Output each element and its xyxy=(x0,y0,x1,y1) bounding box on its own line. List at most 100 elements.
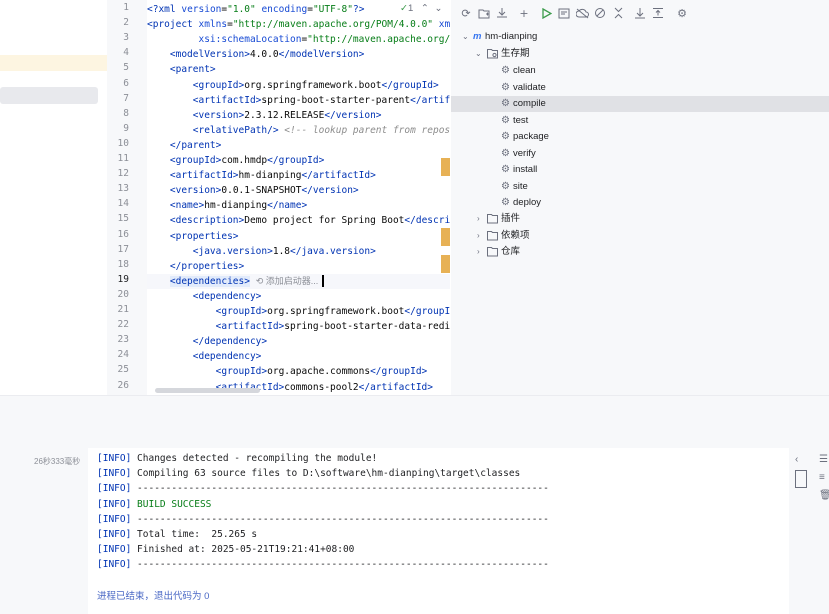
console-line: [INFO] BUILD SUCCESS xyxy=(97,497,211,512)
code-line[interactable]: <version>0.0.1-SNAPSHOT</version> xyxy=(147,183,450,198)
soft-wrap-icon[interactable]: ≡ xyxy=(819,472,825,483)
lifecycle-goal-verify[interactable]: ⚙ verify xyxy=(451,146,829,162)
console-side-toolbar: ‹ ☰ ≡ 🗑 xyxy=(789,448,829,614)
settings-icon[interactable]: ⚙ xyxy=(675,6,689,20)
lifecycle-goal-test[interactable]: ⚙ test xyxy=(451,113,829,129)
lifecycle-goal-compile[interactable]: ⚙ compile xyxy=(451,96,829,112)
wrap-icon[interactable] xyxy=(795,470,807,488)
run-icon[interactable] xyxy=(539,6,553,20)
line-number: 5 xyxy=(123,62,129,74)
chevron-right-icon[interactable]: › xyxy=(477,211,480,227)
lifecycle-goal-clean[interactable]: ⚙ clean xyxy=(451,63,829,79)
log-text: Compiling 63 source files to D:\software… xyxy=(131,468,521,480)
code-line[interactable]: </properties> xyxy=(147,259,450,274)
code-line[interactable]: <description>Demo project for Spring Boo… xyxy=(147,213,450,228)
log-level: [INFO] xyxy=(97,483,132,495)
log-level: [INFO] xyxy=(97,498,132,510)
code-line[interactable]: <parent> xyxy=(147,62,450,77)
code-line[interactable]: <groupId>org.springframework.boot</group… xyxy=(147,304,450,319)
folder-gear-icon xyxy=(487,49,498,59)
code-line[interactable]: </dependency> xyxy=(147,334,450,349)
code-line[interactable]: </parent> xyxy=(147,138,450,153)
line-number: 13 xyxy=(117,183,129,195)
lifecycle-goal-deploy[interactable]: ⚙ deploy xyxy=(451,195,829,211)
code-line[interactable]: <properties> xyxy=(147,229,450,244)
maven-icon: m xyxy=(473,31,482,42)
code-line[interactable]: <groupId>org.springframework.boot</group… xyxy=(147,78,450,93)
console-line: [INFO] Finished at: 2025-05-21T19:21:41+… xyxy=(97,542,354,557)
maven-folder-node[interactable]: › 仓库 xyxy=(451,244,829,260)
code-line[interactable]: <artifactId>spring-boot-starter-parent</… xyxy=(147,93,450,108)
download-icon[interactable] xyxy=(495,6,509,20)
lifecycle-goal-install[interactable]: ⚙ install xyxy=(451,162,829,178)
line-number: 1 xyxy=(123,2,129,13)
chevron-up-icon[interactable]: ⌃ xyxy=(421,3,429,14)
gear-icon: ⚙ xyxy=(501,180,510,192)
offline-mode-icon[interactable] xyxy=(575,6,589,20)
folder-icon xyxy=(487,230,498,240)
lifecycle-goal-validate[interactable]: ⚙ validate xyxy=(451,80,829,96)
inlay-hint[interactable]: ⟲ 添加启动器... xyxy=(256,276,319,286)
code-line[interactable]: <modelVersion>4.0.0</modelVersion> xyxy=(147,47,450,62)
code-line[interactable]: <relativePath/> <!-- lookup parent from … xyxy=(147,123,450,138)
skip-tests-icon[interactable] xyxy=(593,6,607,20)
lifecycle-label: 生存期 xyxy=(501,48,530,59)
log-text: ----------------------------------------… xyxy=(131,513,549,525)
code-line[interactable]: xsi:schemaLocation="http://maven.apache.… xyxy=(147,32,450,47)
code-line[interactable]: <artifactId>spring-boot-starter-data-red… xyxy=(147,319,450,334)
gear-icon: ⚙ xyxy=(501,81,510,93)
project-row-selected[interactable] xyxy=(0,87,98,104)
log-text: ----------------------------------------… xyxy=(131,559,549,571)
change-marker[interactable] xyxy=(441,228,450,246)
log-level: [INFO] xyxy=(97,453,132,464)
maven-folder-node[interactable]: › 依赖项 xyxy=(451,228,829,244)
code-line[interactable]: <groupId>com.hmdp</groupId> xyxy=(147,153,450,168)
change-marker[interactable] xyxy=(441,255,450,273)
chevron-left-icon[interactable]: ‹ xyxy=(795,454,798,465)
code-line[interactable]: <dependency> xyxy=(147,349,450,364)
line-number: 10 xyxy=(117,137,129,149)
code-line[interactable]: <groupId>org.apache.commons</groupId> xyxy=(147,364,450,379)
code-line[interactable]: <project xmlns="http://maven.apache.org/… xyxy=(147,17,450,32)
folder-add-icon[interactable] xyxy=(477,6,491,20)
align-icon[interactable] xyxy=(651,6,665,20)
show-dependencies-icon[interactable] xyxy=(633,6,647,20)
goal-label: validate xyxy=(513,81,546,93)
lifecycle-node[interactable]: ⌄ 生存期 xyxy=(451,46,829,62)
chevron-right-icon[interactable]: › xyxy=(477,228,480,244)
maven-project-node[interactable]: ⌄ m hm-dianping xyxy=(451,29,829,45)
lifecycle-goal-site[interactable]: ⚙ site xyxy=(451,179,829,195)
log-level: [INFO] xyxy=(97,529,132,540)
maven-folder-node[interactable]: › 插件 xyxy=(451,211,829,227)
filter-icon[interactable]: ☰ xyxy=(819,454,828,465)
add-icon[interactable]: + xyxy=(517,6,531,20)
horizontal-scrollbar[interactable] xyxy=(155,388,260,393)
chevron-right-icon[interactable]: › xyxy=(477,244,480,260)
elapsed-time: 26秒333毫秒 xyxy=(34,457,81,466)
code-line[interactable]: <version>2.3.12.RELEASE</version> xyxy=(147,108,450,123)
code-line[interactable]: <java.version>1.8</java.version> xyxy=(147,244,450,259)
chevron-down-icon[interactable]: ⌄ xyxy=(475,46,482,62)
goal-label: install xyxy=(513,164,538,175)
gear-icon: ⚙ xyxy=(501,164,510,175)
folder-icon xyxy=(487,247,498,257)
exit-message: 进程已结束，退出代码为 0 xyxy=(97,591,210,602)
change-marker[interactable] xyxy=(441,158,450,176)
code-line[interactable]: <dependency> xyxy=(147,289,450,304)
code-line[interactable]: <artifactId>hm-dianping</artifactId> xyxy=(147,168,450,183)
collapse-icon[interactable] xyxy=(611,6,625,20)
code-line[interactable]: <name>hm-dianping</name> xyxy=(147,198,450,213)
inspection-widget[interactable]: ✓1 ⌃ ⌄ xyxy=(400,3,442,14)
trash-icon[interactable]: 🗑 xyxy=(819,490,829,501)
check-icon: ✓ xyxy=(400,3,408,14)
execute-goal-icon[interactable] xyxy=(557,6,571,20)
code-line[interactable]: <dependencies> ⟲ 添加启动器... xyxy=(147,273,450,289)
chevron-down-icon[interactable]: ⌄ xyxy=(462,29,469,45)
folder-label: 仓库 xyxy=(501,246,521,257)
log-text: ----------------------------------------… xyxy=(131,483,549,495)
lifecycle-goal-package[interactable]: ⚙ package xyxy=(451,129,829,145)
chevron-down-icon[interactable]: ⌄ xyxy=(435,3,443,14)
project-row-highlight[interactable] xyxy=(0,55,107,71)
code-editor[interactable]: <?xml version="1.0" encoding="UTF-8"?> <p… xyxy=(147,0,450,395)
reload-icon[interactable]: ⟳ xyxy=(459,6,473,20)
